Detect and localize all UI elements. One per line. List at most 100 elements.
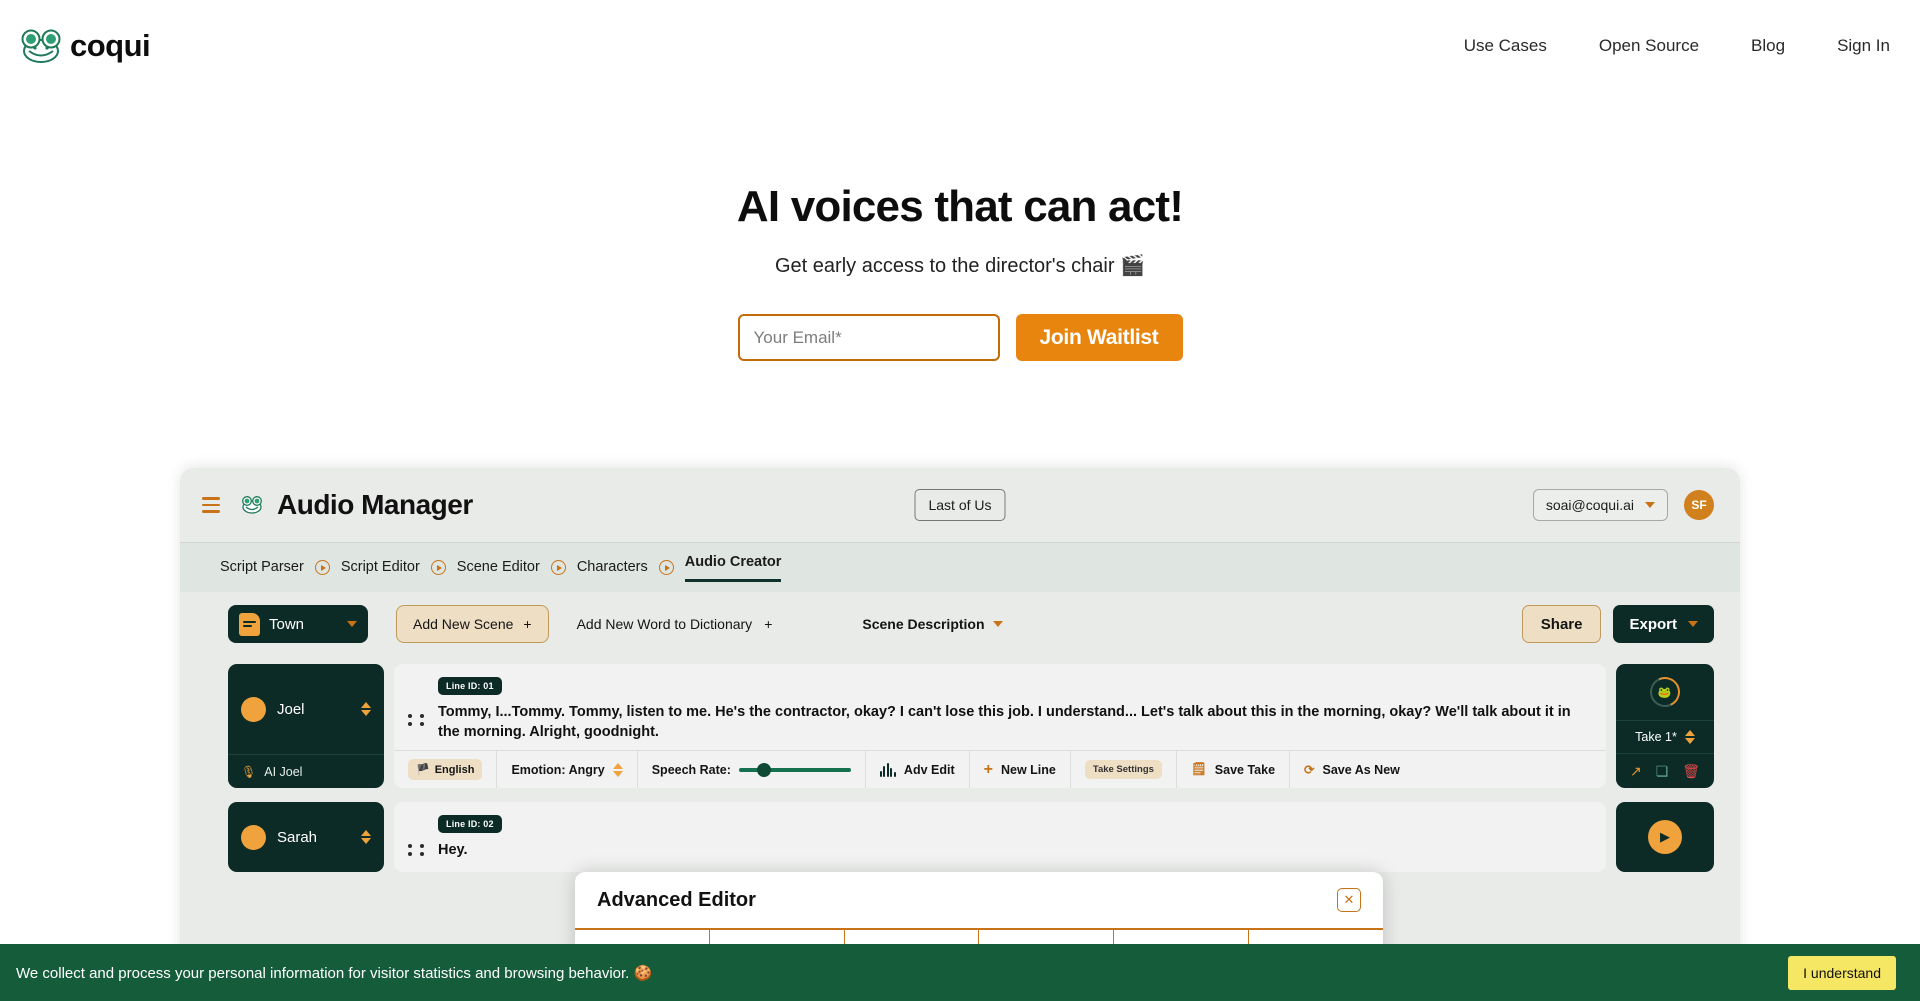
drag-handle-icon[interactable] <box>408 828 428 872</box>
add-new-scene-button[interactable]: Add New Scene + <box>396 605 549 643</box>
slider-knob[interactable] <box>757 763 771 777</box>
take-panel-01: 🐸 Take 1* ↗ ❏ 🗑 <box>1616 664 1714 788</box>
tab-scene-editor[interactable]: Scene Editor <box>457 559 540 577</box>
save-take-label: Save Take <box>1215 763 1275 777</box>
account-email: soai@coqui.ai <box>1546 497 1634 513</box>
save-as-new-label: Save As New <box>1323 763 1400 777</box>
character-color-dot <box>241 825 266 850</box>
close-icon[interactable]: ✕ <box>1337 888 1361 912</box>
nav-link-use-cases[interactable]: Use Cases <box>1464 36 1547 56</box>
take-settings-label: Take Settings <box>1085 760 1162 779</box>
line-controls: 🏴 English Emotion: Angry Speech Rate: <box>394 750 1606 788</box>
hamburger-menu-icon[interactable] <box>202 497 220 513</box>
flag-icon: 🏴 <box>416 763 430 776</box>
line-text[interactable]: Hey. <box>438 840 1592 860</box>
line-id-badge: Line ID: 02 <box>438 815 502 833</box>
character-card-sarah[interactable]: Sarah <box>228 802 384 872</box>
join-waitlist-button[interactable]: Join Waitlist <box>1016 314 1183 361</box>
add-new-scene-label: Add New Scene <box>413 616 513 632</box>
avatar[interactable]: SF <box>1684 490 1714 520</box>
chevron-down-icon <box>347 621 357 627</box>
language-selector[interactable]: 🏴 English <box>394 751 497 788</box>
character-voice-label: AI Joel <box>264 765 302 779</box>
character-card-header: Joel <box>228 664 384 754</box>
cookie-consent-banner: We collect and process your personal inf… <box>0 944 1920 1001</box>
export-button[interactable]: Export <box>1613 605 1714 643</box>
emotion-selector[interactable]: Emotion: Angry <box>497 751 637 788</box>
table-row: Sarah Line ID: 02 Hey. ▶ <box>228 802 1714 872</box>
plus-icon: + <box>984 761 993 779</box>
tab-script-editor[interactable]: Script Editor <box>341 559 420 577</box>
project-badge[interactable]: Last of Us <box>914 489 1005 521</box>
speech-rate-control[interactable]: Speech Rate: <box>638 751 866 788</box>
trash-icon[interactable]: 🗑 <box>1682 764 1700 778</box>
tab-audio-creator[interactable]: Audio Creator <box>685 554 782 582</box>
hero-subtitle: Get early access to the director's chair… <box>0 253 1920 278</box>
nav-link-open-source[interactable]: Open Source <box>1599 36 1699 56</box>
line-id-badge: Line ID: 01 <box>438 677 502 695</box>
save-icon: 🗒 <box>1191 762 1207 777</box>
save-take-button[interactable]: 🗒 Save Take <box>1177 751 1290 788</box>
tab-script-parser[interactable]: Script Parser <box>220 559 304 577</box>
line-content: Line ID: 01 Tommy, I...Tommy. Tommy, lis… <box>428 676 1592 750</box>
chevron-right-icon <box>315 560 330 575</box>
scene-selector[interactable]: Town <box>228 605 368 643</box>
scene-description-label: Scene Description <box>862 616 984 632</box>
emotion-label: Emotion: Angry <box>511 763 604 777</box>
cookie-message: We collect and process your personal inf… <box>16 964 652 982</box>
chevron-down-icon <box>993 621 1003 627</box>
chevron-right-icon <box>431 560 446 575</box>
language-label: English <box>435 764 475 776</box>
chevron-down-icon <box>1645 502 1655 508</box>
hero-section: AI voices that can act! Get early access… <box>0 91 1920 361</box>
scene-description-toggle[interactable]: Scene Description <box>862 616 1002 632</box>
tab-characters[interactable]: Characters <box>577 559 648 577</box>
nav-link-blog[interactable]: Blog <box>1751 36 1785 56</box>
adv-edit-button[interactable]: Adv Edit <box>866 751 970 788</box>
brand-logo[interactable]: coqui <box>20 28 150 64</box>
take-actions: ↗ ❏ 🗑 <box>1616 754 1714 788</box>
email-field[interactable] <box>738 314 1000 361</box>
plus-icon: + <box>764 616 772 632</box>
take-panel-02: ▶ <box>1616 802 1714 872</box>
line-text[interactable]: Tommy, I...Tommy. Tommy, listen to me. H… <box>438 702 1592 742</box>
export-arrow-icon[interactable]: ↗ <box>1630 764 1642 778</box>
character-stepper[interactable] <box>361 702 371 716</box>
refresh-icon: ⟳ <box>1304 762 1314 777</box>
nav-link-sign-in[interactable]: Sign In <box>1837 36 1890 56</box>
app-title: Audio Manager <box>277 489 473 521</box>
account-dropdown[interactable]: soai@coqui.ai <box>1533 489 1668 521</box>
frog-logo-icon <box>20 29 62 63</box>
breadcrumb: Script Parser Script Editor Scene Editor… <box>180 542 1740 592</box>
take-settings-button[interactable]: Take Settings <box>1071 751 1177 788</box>
app-toolbar: Town Add New Scene + Add New Word to Dic… <box>180 592 1740 656</box>
take-progress: 🐸 <box>1616 664 1714 720</box>
character-stepper[interactable] <box>361 830 371 844</box>
copy-icon[interactable]: ❏ <box>1656 764 1669 778</box>
page-title: AI voices that can act! <box>0 183 1920 231</box>
save-as-new-button[interactable]: ⟳ Save As New <box>1290 751 1414 788</box>
line-panel-01: Line ID: 01 Tommy, I...Tommy. Tommy, lis… <box>394 664 1606 788</box>
frog-progress-icon: 🐸 <box>1646 673 1684 711</box>
speech-rate-slider[interactable] <box>739 768 851 772</box>
document-icon <box>239 613 260 636</box>
waveform-icon <box>880 763 896 777</box>
app-header-right: soai@coqui.ai SF <box>1533 489 1714 521</box>
share-button[interactable]: Share <box>1522 605 1602 643</box>
add-new-word-label: Add New Word to Dictionary <box>577 616 753 632</box>
character-voice-row[interactable]: 🎙 AI Joel <box>228 754 384 788</box>
line-body: Line ID: 01 Tommy, I...Tommy. Tommy, lis… <box>394 664 1606 750</box>
character-card-joel[interactable]: Joel 🎙 AI Joel <box>228 664 384 788</box>
new-line-button[interactable]: + New Line <box>970 751 1071 788</box>
line-content: Line ID: 02 Hey. <box>428 814 1592 872</box>
chevron-right-icon <box>659 560 674 575</box>
cookie-accept-button[interactable]: I understand <box>1788 956 1896 990</box>
take-selector[interactable]: Take 1* <box>1616 720 1714 754</box>
add-new-word-button[interactable]: Add New Word to Dictionary + <box>577 616 773 632</box>
play-button[interactable]: ▶ <box>1648 820 1682 854</box>
toolbar-actions: Share Export <box>1522 605 1714 643</box>
waitlist-form: Join Waitlist <box>0 314 1920 361</box>
character-name: Sarah <box>277 829 350 846</box>
drag-handle-icon[interactable] <box>408 690 428 750</box>
microphone-icon: 🎙 <box>241 765 256 779</box>
